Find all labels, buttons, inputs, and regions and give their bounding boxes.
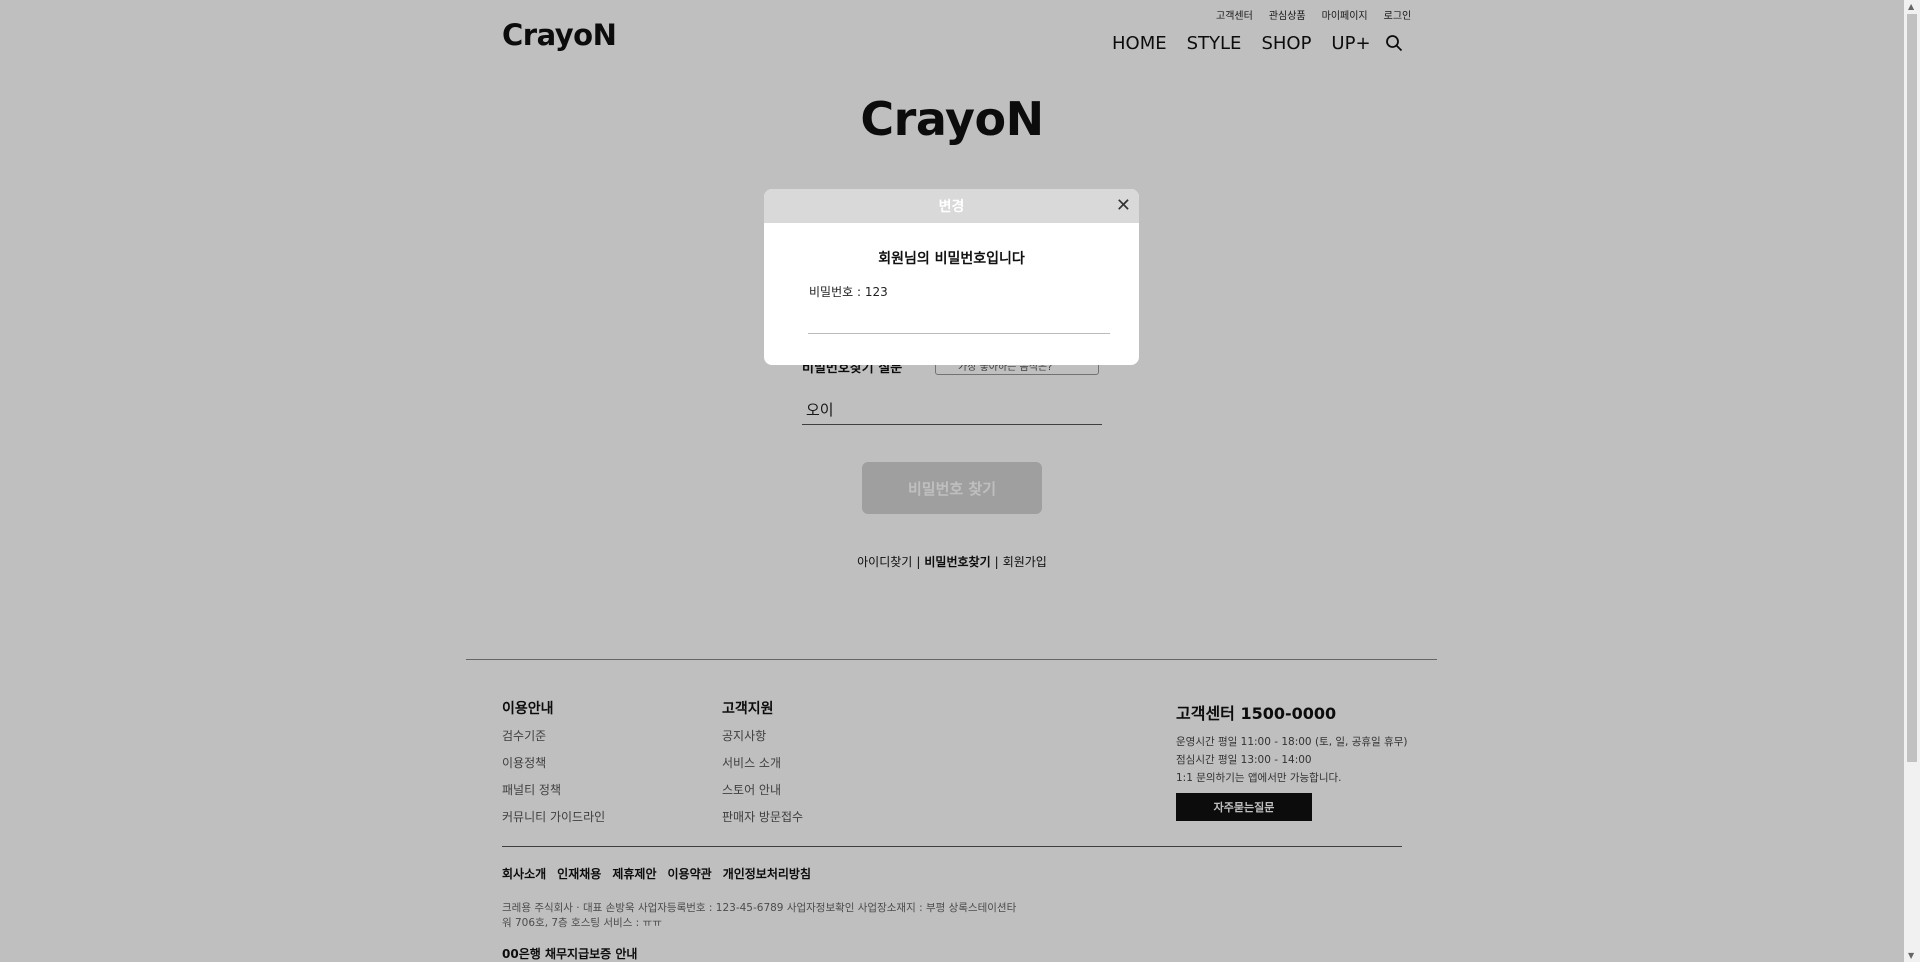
close-icon[interactable]: ✕ (1116, 195, 1131, 217)
modal-title: 변경 (938, 199, 965, 215)
scroll-down-arrow-icon[interactable]: ▼ (1908, 951, 1914, 960)
scrollbar[interactable]: ▲ ▼ (1904, 0, 1920, 962)
modal-backdrop[interactable] (0, 0, 1904, 962)
modal-header: 변경 ✕ (764, 189, 1139, 223)
modal-heading: 회원님의 비밀번호입니다 (878, 251, 1025, 267)
password-value: 비밀번호 : 123 (809, 285, 888, 299)
scroll-up-arrow-icon[interactable]: ▲ (1908, 2, 1914, 11)
modal-divider (808, 333, 1110, 334)
page: 고객센터 관심상품 마이페이지 로그인 CrayoN HOME STYLE SH… (0, 0, 1904, 962)
password-result-modal: 변경 ✕ 회원님의 비밀번호입니다 비밀번호 : 123 (764, 189, 1139, 365)
scrollbar-thumb[interactable] (1907, 14, 1917, 762)
